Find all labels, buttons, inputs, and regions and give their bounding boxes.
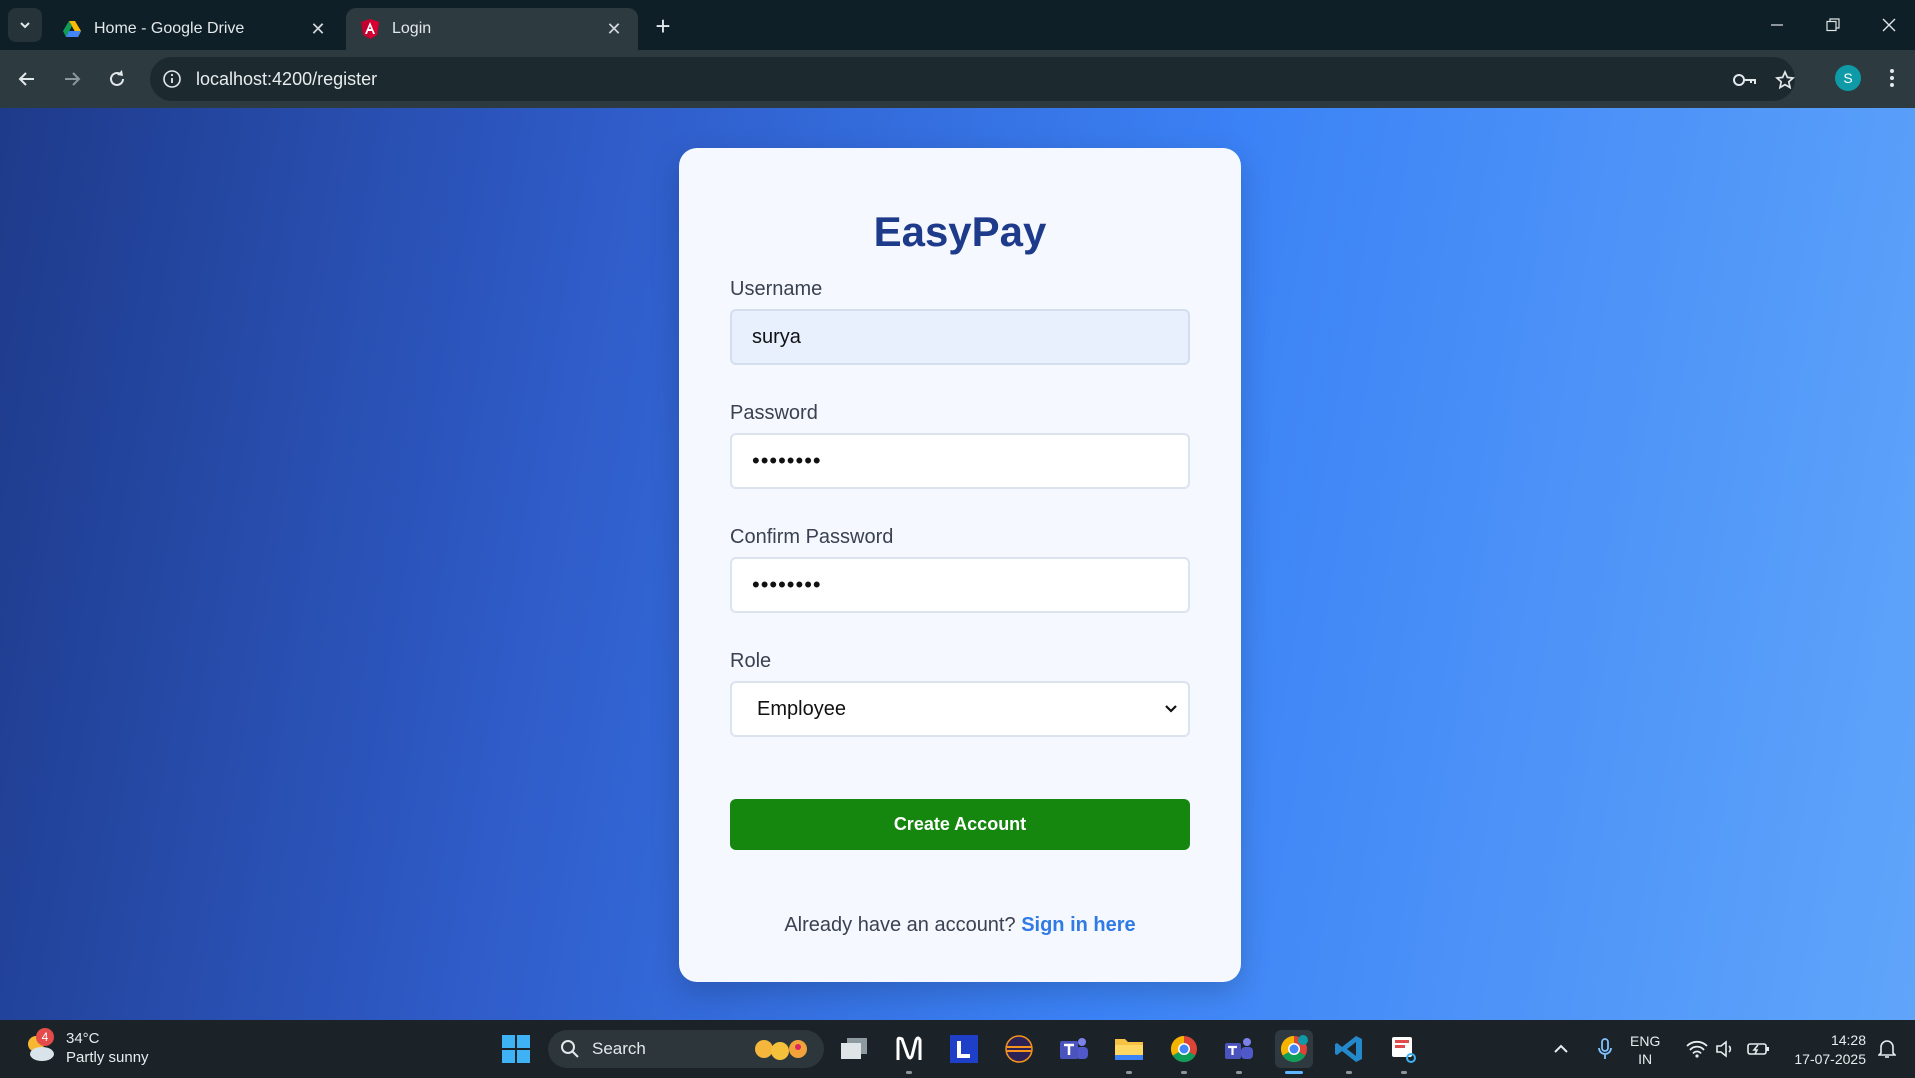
reload-icon[interactable] bbox=[100, 62, 134, 96]
register-card: EasyPay Username surya Password ••••••••… bbox=[679, 148, 1241, 982]
search-icon bbox=[561, 1040, 579, 1058]
signin-prompt-text: Already have an account? bbox=[784, 914, 1016, 936]
address-bar[interactable]: localhost:4200/register bbox=[150, 57, 1795, 101]
system-clock[interactable]: 14:28 17-07-2025 bbox=[1782, 1031, 1866, 1069]
language-line1: ENG bbox=[1630, 1033, 1661, 1049]
role-selected-value: Employee bbox=[757, 697, 846, 720]
windows-start-icon[interactable] bbox=[497, 1030, 535, 1068]
username-field[interactable]: surya bbox=[730, 309, 1190, 365]
close-tab-icon[interactable]: ✕ bbox=[604, 19, 624, 39]
tab-search-button[interactable] bbox=[8, 8, 42, 42]
close-window-icon[interactable] bbox=[1866, 8, 1912, 42]
url-text: localhost:4200/register bbox=[196, 68, 378, 89]
teams-alt-icon[interactable] bbox=[1220, 1030, 1258, 1074]
file-explorer-icon[interactable] bbox=[1110, 1030, 1148, 1074]
weather-badge: 4 bbox=[36, 1028, 54, 1046]
chevron-down-icon bbox=[20, 22, 30, 29]
microphone-icon[interactable] bbox=[1592, 1020, 1618, 1078]
brand-title: EasyPay bbox=[873, 208, 1047, 255]
browser-toolbar: localhost:4200/register bbox=[0, 50, 1915, 108]
angular-icon bbox=[360, 19, 380, 39]
site-info-icon[interactable] bbox=[150, 57, 194, 101]
battery-charging-icon[interactable] bbox=[1745, 1020, 1773, 1078]
chevron-down-icon bbox=[1164, 704, 1178, 714]
partly-sunny-icon: 4 bbox=[22, 1028, 58, 1066]
browser-tab-bar: Home - Google Drive ✕ Login ✕ + bbox=[0, 0, 1915, 50]
role-select[interactable]: Employee bbox=[730, 681, 1190, 737]
tab-google-drive[interactable]: Home - Google Drive ✕ bbox=[48, 8, 342, 50]
snipping-tool-icon[interactable] bbox=[1385, 1030, 1423, 1074]
chevron-up-icon[interactable] bbox=[1548, 1020, 1574, 1078]
weather-temp: 34°C bbox=[66, 1030, 100, 1047]
password-key-icon[interactable] bbox=[1732, 67, 1758, 93]
clock-date: 17-07-2025 bbox=[1794, 1051, 1866, 1067]
weather-widget[interactable]: 4 34°C Partly sunny bbox=[22, 1028, 149, 1067]
google-drive-icon bbox=[62, 19, 82, 39]
signin-prompt-row: Already have an account? Sign in here bbox=[679, 914, 1241, 937]
running-indicator bbox=[1236, 1071, 1242, 1074]
notion-icon[interactable] bbox=[890, 1030, 928, 1074]
language-line2: IN bbox=[1638, 1051, 1653, 1067]
close-tab-icon[interactable]: ✕ bbox=[308, 19, 328, 39]
username-label: Username bbox=[730, 278, 823, 300]
vscode-icon[interactable] bbox=[1330, 1030, 1368, 1074]
bookmark-star-icon[interactable] bbox=[1772, 67, 1798, 93]
tab-title: Home - Google Drive bbox=[94, 20, 245, 37]
tab-title: Login bbox=[392, 20, 432, 37]
tab-login[interactable]: Login ✕ bbox=[346, 8, 638, 50]
clock-time: 14:28 bbox=[1830, 1032, 1866, 1048]
active-indicator bbox=[1285, 1071, 1303, 1074]
language-indicator[interactable]: ENG IN bbox=[1630, 1032, 1660, 1068]
eclipse-icon[interactable] bbox=[1000, 1030, 1038, 1068]
profile-avatar[interactable]: S bbox=[1835, 65, 1861, 91]
role-label: Role bbox=[730, 650, 772, 672]
windows-taskbar: 4 34°C Partly sunny Search ENG IN 14:28 … bbox=[0, 1020, 1915, 1078]
chrome-icon[interactable] bbox=[1165, 1030, 1203, 1074]
confirm-password-field[interactable]: •••••••• bbox=[730, 557, 1190, 613]
password-label: Password bbox=[730, 402, 818, 424]
forward-icon[interactable] bbox=[55, 62, 89, 96]
task-view-icon[interactable] bbox=[835, 1030, 873, 1068]
volume-icon[interactable] bbox=[1712, 1020, 1738, 1078]
signin-link[interactable]: Sign in here bbox=[1021, 914, 1135, 936]
running-indicator bbox=[1181, 1071, 1187, 1074]
search-label: Search bbox=[592, 1039, 646, 1058]
confirm-password-label: Confirm Password bbox=[730, 526, 894, 548]
taskbar-search[interactable]: Search bbox=[548, 1030, 824, 1068]
new-tab-button[interactable]: + bbox=[648, 11, 678, 41]
running-indicator bbox=[1126, 1071, 1132, 1074]
running-indicator bbox=[1346, 1071, 1352, 1074]
more-menu-icon[interactable] bbox=[1880, 62, 1904, 94]
wifi-icon[interactable] bbox=[1684, 1020, 1710, 1078]
weather-condition: Partly sunny bbox=[66, 1049, 149, 1066]
chrome-profile-icon[interactable] bbox=[1275, 1030, 1313, 1074]
create-account-button[interactable]: Create Account bbox=[730, 799, 1190, 850]
emoji-icon bbox=[755, 1040, 807, 1060]
running-indicator bbox=[1401, 1071, 1407, 1074]
page-viewport: EasyPay Username surya Password ••••••••… bbox=[0, 108, 1915, 1020]
minimize-icon[interactable] bbox=[1754, 8, 1800, 42]
back-icon[interactable] bbox=[10, 62, 44, 96]
running-indicator bbox=[906, 1071, 912, 1074]
teams-icon[interactable] bbox=[1055, 1030, 1093, 1068]
l-app-icon[interactable] bbox=[945, 1030, 983, 1068]
notification-bell-icon[interactable] bbox=[1874, 1020, 1900, 1078]
password-field[interactable]: •••••••• bbox=[730, 433, 1190, 489]
restore-icon[interactable] bbox=[1810, 8, 1856, 42]
